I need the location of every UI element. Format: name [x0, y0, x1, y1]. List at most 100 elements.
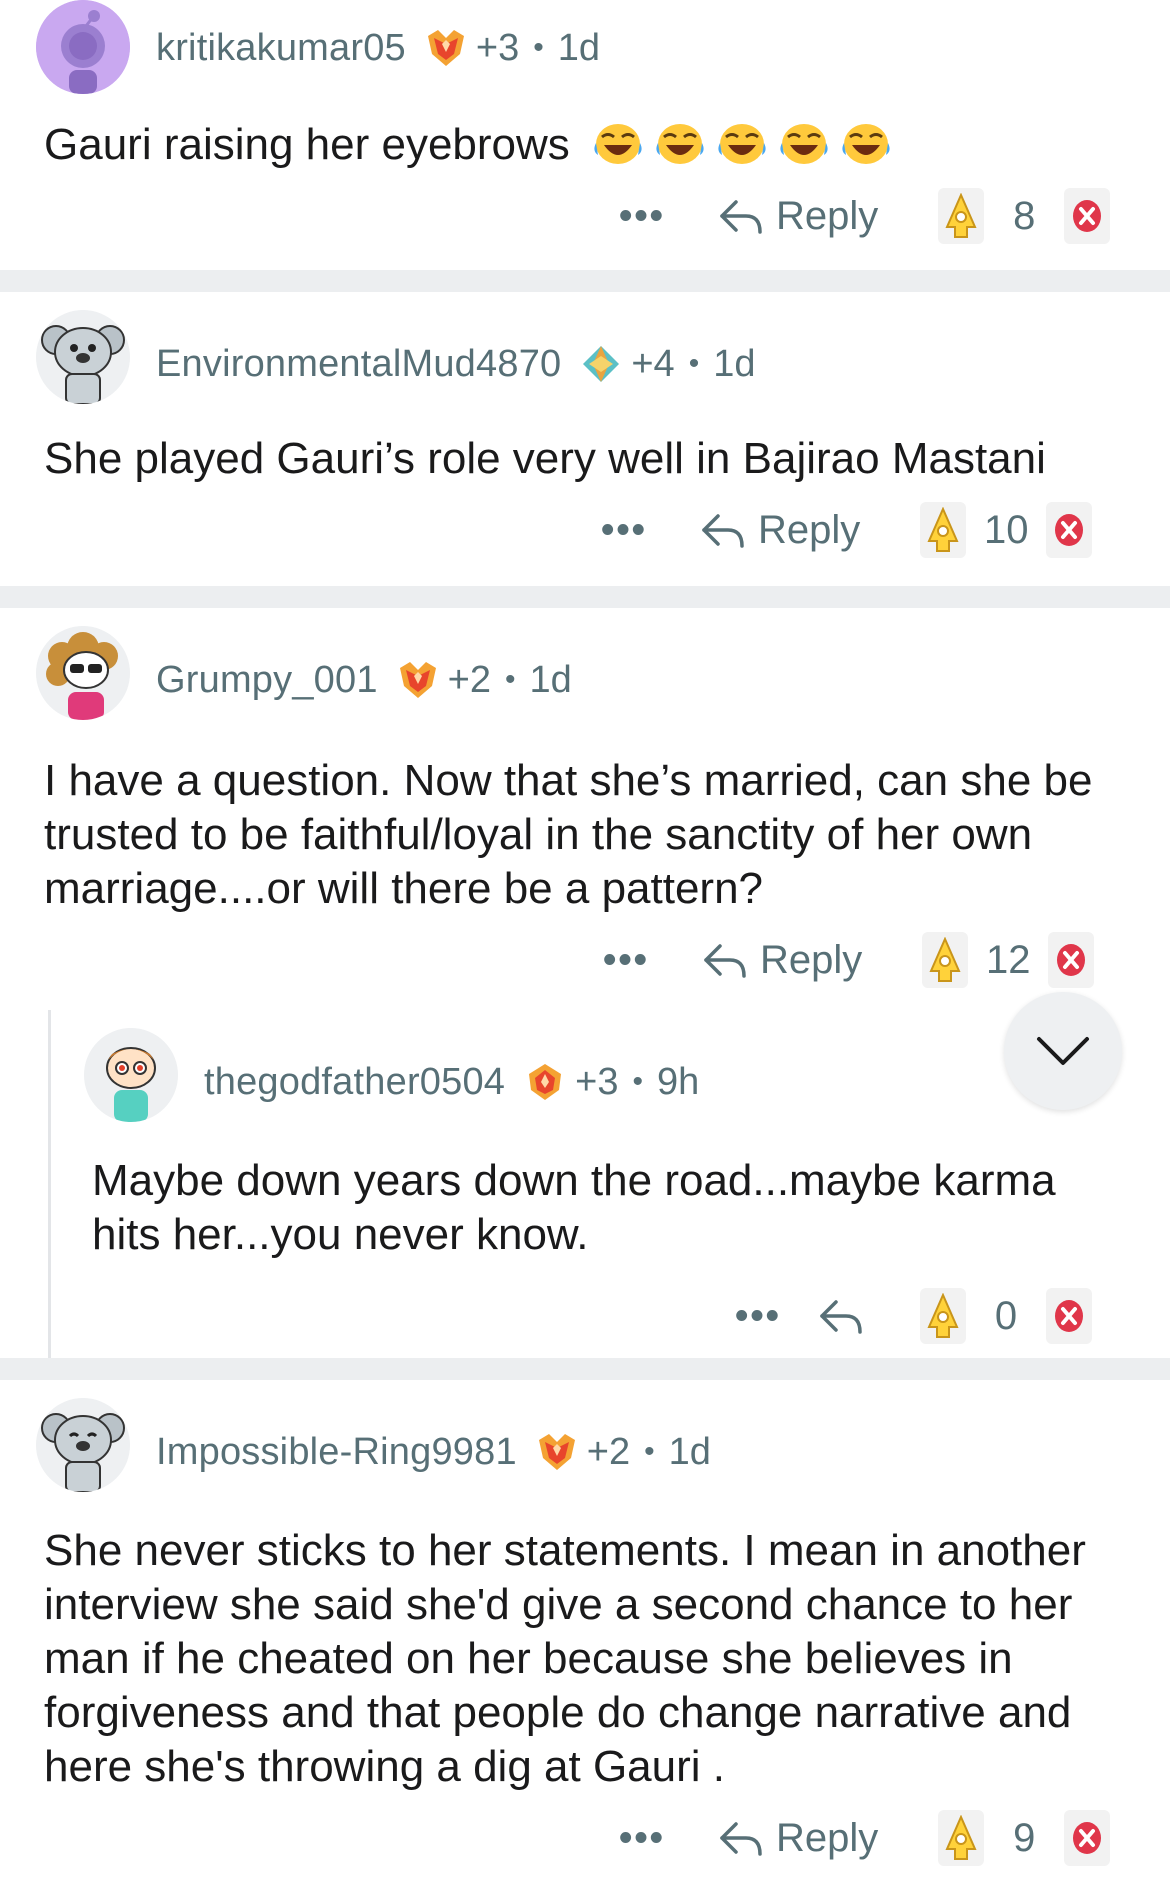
upvote-award-icon — [927, 507, 959, 552]
more-options-button[interactable]: ••• — [612, 195, 672, 238]
comment-header: Grumpy_001 +2 • 1d — [156, 650, 572, 710]
comment-actions: ••• 0 — [728, 1286, 1092, 1346]
comment-body: Gauri raising her eyebrows — [44, 118, 1134, 172]
comment-body: Maybe down years down the road...maybe k… — [92, 1154, 1132, 1262]
downvote-button[interactable] — [1046, 1288, 1092, 1344]
downvote-x-icon — [1073, 200, 1102, 232]
vote-score: 12 — [986, 937, 1031, 982]
comment-header: EnvironmentalMud4870 +4 • 1d — [156, 334, 755, 394]
face-with-tears-of-joy-icon — [840, 121, 892, 167]
chevron-down-icon — [1037, 1037, 1089, 1065]
username[interactable]: Impossible-Ring9981 — [156, 1431, 517, 1474]
username[interactable]: kritikakumar05 — [156, 27, 406, 70]
comment-age: 1d — [557, 26, 600, 69]
next-comment-button[interactable] — [1004, 992, 1122, 1110]
face-with-tears-of-joy-icon — [654, 121, 706, 167]
koala-avatar-icon — [36, 1398, 130, 1492]
comment-actions: ••• Reply 12 — [596, 930, 1095, 990]
crystal-award-icon[interactable] — [579, 342, 623, 386]
koala-avatar-icon — [36, 310, 130, 404]
downvote-button[interactable] — [1064, 1810, 1111, 1866]
reply-arrow-icon — [720, 1822, 762, 1856]
more-options-button[interactable]: ••• — [594, 509, 654, 552]
reply-arrow-icon — [820, 1300, 862, 1334]
reply-button[interactable]: Reply — [702, 938, 862, 983]
crystal-award-icon[interactable] — [396, 658, 440, 702]
upvote-award-icon — [929, 937, 961, 982]
user-karma: +2 — [586, 1430, 631, 1473]
comment-age: 1d — [529, 658, 572, 701]
crystal-award-icon[interactable] — [523, 1060, 567, 1104]
upvote-button[interactable] — [922, 932, 969, 988]
crystal-award-icon[interactable] — [535, 1430, 579, 1474]
separator-dot: • — [533, 31, 544, 64]
reply-label: Reply — [776, 1815, 879, 1860]
comment-body: I have a question. Now that she’s marrie… — [44, 754, 1134, 916]
reply-label: Reply — [776, 193, 879, 238]
comment-text: She never sticks to her statements. I me… — [44, 1526, 1086, 1791]
reply-arrow-icon — [702, 514, 744, 548]
face-with-tears-of-joy-icon — [778, 121, 830, 167]
comment-body: She never sticks to her statements. I me… — [44, 1524, 1134, 1794]
more-options-button[interactable]: ••• — [612, 1817, 672, 1860]
avatar[interactable] — [36, 310, 130, 404]
comment-body: She played Gauri’s role very well in Baj… — [44, 432, 1134, 486]
upvote-button[interactable] — [920, 502, 967, 558]
downvote-x-icon — [1057, 944, 1086, 976]
downvote-button[interactable] — [1048, 932, 1095, 988]
username[interactable]: Grumpy_001 — [156, 659, 378, 702]
avatar[interactable] — [36, 0, 130, 94]
reply-label: Reply — [758, 507, 861, 552]
upvote-button[interactable] — [920, 1288, 966, 1344]
downvote-x-icon — [1073, 1822, 1102, 1854]
reply-arrow-icon — [720, 200, 762, 234]
comment-actions: ••• Reply 10 — [594, 500, 1093, 560]
separator-dot: • — [688, 347, 700, 380]
comment-header: thegodfather0504 +3 • 9h — [204, 1052, 699, 1112]
avatar[interactable] — [84, 1028, 178, 1122]
reply-button[interactable]: Reply — [718, 1816, 878, 1861]
curly-hair-avatar-icon — [36, 626, 130, 720]
user-karma: +2 — [447, 658, 491, 701]
vote-score: 9 — [1013, 1815, 1036, 1860]
comment-actions: ••• Reply 8 — [612, 186, 1111, 246]
comment-divider — [0, 270, 1170, 292]
thread-line[interactable] — [48, 1010, 51, 1358]
upvote-button[interactable] — [938, 188, 985, 244]
upvote-award-icon — [927, 1293, 959, 1338]
user-karma: +4 — [631, 342, 675, 385]
comment-header: kritikakumar05 +3 • 1d — [156, 18, 600, 78]
vote-score: 0 — [994, 1293, 1018, 1338]
avatar[interactable] — [36, 626, 130, 720]
comment-text: Gauri raising her eyebrows — [44, 120, 570, 169]
downvote-button[interactable] — [1064, 188, 1111, 244]
reply-button[interactable]: Reply — [700, 508, 860, 553]
comment-header: Impossible-Ring9981 +2 • 1d — [156, 1422, 711, 1482]
comment-age: 9h — [656, 1060, 700, 1103]
reply-arrow-icon — [704, 944, 746, 978]
user-karma: +3 — [475, 26, 520, 69]
upvote-award-icon — [945, 193, 977, 238]
comment-divider — [0, 586, 1170, 608]
avatar[interactable] — [36, 1398, 130, 1492]
more-options-button[interactable]: ••• — [596, 939, 656, 982]
comment-actions: ••• Reply 9 — [612, 1808, 1111, 1868]
comment-age: 1d — [713, 342, 756, 385]
user-karma: +3 — [575, 1060, 619, 1103]
username[interactable]: EnvironmentalMud4870 — [156, 343, 561, 386]
reply-button[interactable]: Reply — [718, 194, 878, 239]
downvote-button[interactable] — [1046, 502, 1093, 558]
comment-text: I have a question. Now that she’s marrie… — [44, 756, 1093, 913]
username[interactable]: thegodfather0504 — [204, 1061, 505, 1104]
reply-button[interactable] — [818, 1296, 876, 1336]
downvote-x-icon — [1055, 1300, 1083, 1332]
upvote-button[interactable] — [938, 1810, 985, 1866]
comment-age: 1d — [668, 1430, 711, 1473]
more-options-button[interactable]: ••• — [728, 1295, 788, 1338]
separator-dot: • — [632, 1065, 643, 1098]
vote-score: 8 — [1013, 193, 1036, 238]
upvote-award-icon — [945, 1815, 977, 1860]
vote-score: 10 — [984, 507, 1029, 552]
crystal-award-icon[interactable] — [424, 26, 468, 70]
comment-text: Maybe down years down the road...maybe k… — [92, 1156, 1056, 1259]
